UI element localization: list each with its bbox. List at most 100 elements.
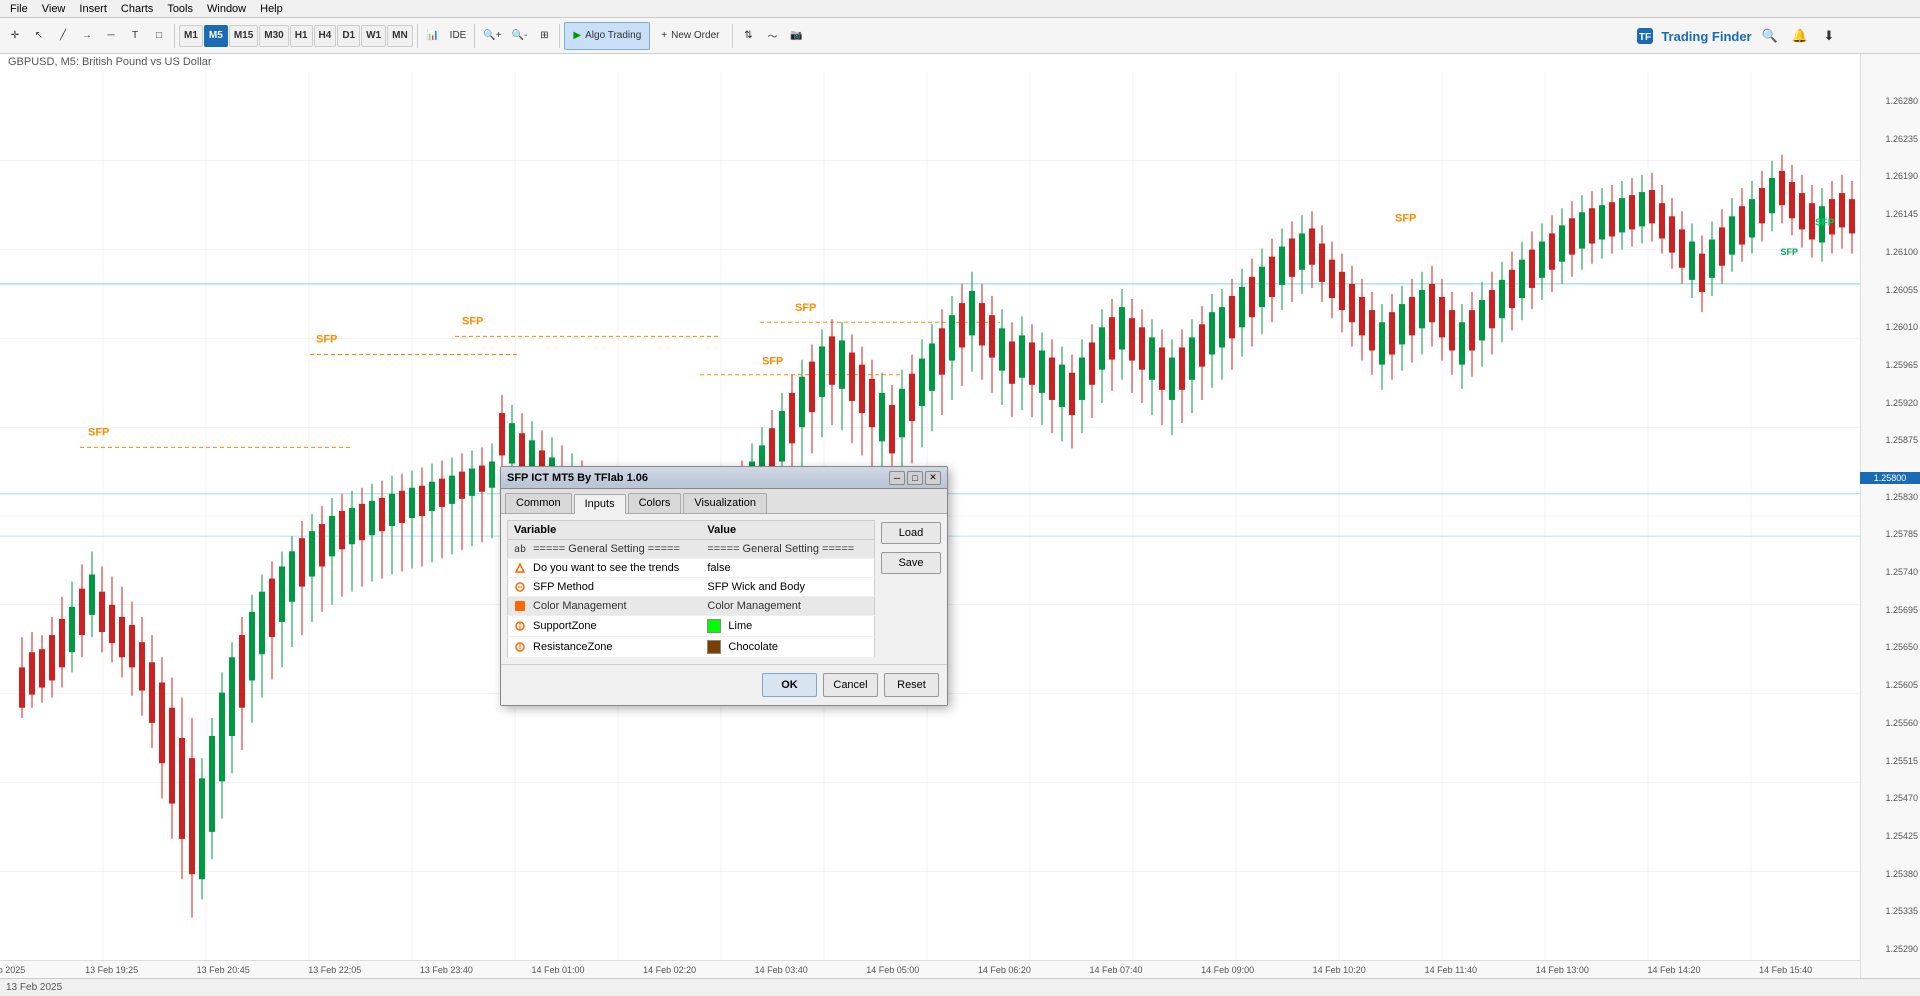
dialog-content: Variable Value ab ===== General Setting … bbox=[507, 520, 941, 658]
table-row-sfp-method[interactable]: SFP Method SFP Wick and Body bbox=[508, 578, 875, 597]
price-p11: 1.25785 bbox=[1885, 529, 1918, 539]
wave-btn[interactable]: 〜 bbox=[761, 22, 783, 50]
tf-h4[interactable]: H4 bbox=[314, 25, 337, 47]
svg-text:SFP: SFP bbox=[1815, 217, 1835, 228]
menu-insert[interactable]: Insert bbox=[73, 2, 113, 16]
tf-m1[interactable]: M1 bbox=[179, 25, 203, 47]
row1-variable: ab ===== General Setting ===== bbox=[508, 540, 702, 559]
dialog-body: Variable Value ab ===== General Setting … bbox=[501, 514, 947, 664]
cancel-button[interactable]: Cancel bbox=[823, 673, 878, 697]
row5-variable: SupportZone bbox=[508, 616, 702, 637]
price-p10: 1.25830 bbox=[1885, 492, 1918, 502]
toolbar: ✛ ↖ ╱ → ─ T □ M1 M5 M15 M30 H1 H4 D1 W1 … bbox=[0, 18, 1920, 54]
price-p20: 1.25380 bbox=[1885, 869, 1918, 879]
price-axis: 1.26280 1.26235 1.26190 1.26145 1.26100 … bbox=[1860, 54, 1920, 996]
algo-trading-btn[interactable]: ▶ Algo Trading bbox=[564, 22, 650, 50]
row4-value: Color Management bbox=[701, 597, 874, 616]
tf-d1[interactable]: D1 bbox=[337, 25, 360, 47]
col-value: Value bbox=[701, 521, 874, 540]
tf-h1[interactable]: H1 bbox=[290, 25, 313, 47]
sep4 bbox=[559, 24, 560, 48]
dialog-footer: OK Cancel Reset bbox=[501, 664, 947, 705]
screenshot-btn[interactable]: 📷 bbox=[785, 22, 807, 50]
col-variable: Variable bbox=[508, 521, 702, 540]
ok-button[interactable]: OK bbox=[762, 673, 817, 697]
zoom-in[interactable]: 🔍+ bbox=[479, 22, 505, 50]
price-p6: 1.26010 bbox=[1885, 322, 1918, 332]
row4-icon bbox=[514, 600, 526, 612]
price-p4: 1.26100 bbox=[1885, 247, 1918, 257]
zoom-out[interactable]: 🔍- bbox=[508, 22, 532, 50]
price-p2: 1.26190 bbox=[1885, 171, 1918, 181]
menu-help[interactable]: Help bbox=[254, 2, 289, 16]
dialog-minimize-btn[interactable]: ─ bbox=[889, 471, 905, 485]
tf-m15[interactable]: M15 bbox=[229, 25, 258, 47]
table-row-support[interactable]: SupportZone Lime bbox=[508, 616, 875, 637]
sep2 bbox=[417, 24, 418, 48]
download-icon[interactable]: ⬇ bbox=[1818, 22, 1840, 50]
time-axis: 13 Feb 2025 13 Feb 19:25 13 Feb 20:45 13… bbox=[0, 960, 1860, 978]
menu-charts[interactable]: Charts bbox=[115, 2, 159, 16]
symbol-text: GBPUSD, M5: British Pound vs US Dollar bbox=[8, 56, 212, 68]
save-button[interactable]: Save bbox=[881, 552, 941, 574]
row3-icon bbox=[514, 581, 526, 593]
dialog-maximize-btn[interactable]: □ bbox=[907, 471, 923, 485]
grid-btn[interactable]: ⊞ bbox=[533, 22, 555, 50]
svg-text:SFP: SFP bbox=[316, 333, 337, 345]
row5-icon bbox=[514, 620, 526, 632]
dialog-titlebar: SFP ICT MT5 By TFlab 1.06 ─ □ ✕ bbox=[501, 467, 947, 489]
dialog-close-btn[interactable]: ✕ bbox=[925, 471, 941, 485]
row3-value[interactable]: SFP Wick and Body bbox=[701, 578, 874, 597]
indicator-btn[interactable]: IDE bbox=[446, 22, 471, 50]
time-4: 13 Feb 23:40 bbox=[420, 965, 473, 975]
time-1: 13 Feb 19:25 bbox=[85, 965, 138, 975]
tf-w1[interactable]: W1 bbox=[361, 25, 386, 47]
search-icon[interactable]: 🔍 bbox=[1758, 22, 1782, 50]
time-7: 14 Feb 03:40 bbox=[755, 965, 808, 975]
tf-m30[interactable]: M30 bbox=[259, 25, 288, 47]
tab-common[interactable]: Common bbox=[505, 493, 572, 513]
chart-container: GBPUSD, M5: British Pound vs US Dollar bbox=[0, 54, 1920, 996]
crosshair-tool[interactable]: ✛ bbox=[4, 22, 26, 50]
chart-type[interactable]: 📊 bbox=[422, 22, 444, 50]
tab-colors[interactable]: Colors bbox=[628, 493, 682, 513]
svg-text:SFP: SFP bbox=[88, 426, 109, 438]
notification-icon[interactable]: 🔔 bbox=[1788, 22, 1812, 50]
order-label: New Order bbox=[671, 30, 719, 41]
menu-window[interactable]: Window bbox=[201, 2, 252, 16]
cursor-tool[interactable]: ↖ bbox=[28, 22, 50, 50]
row2-value[interactable]: false bbox=[701, 559, 874, 578]
dialog: SFP ICT MT5 By TFlab 1.06 ─ □ ✕ Common I… bbox=[500, 466, 948, 706]
load-button[interactable]: Load bbox=[881, 522, 941, 544]
menu-tools[interactable]: Tools bbox=[161, 2, 199, 16]
price-p19: 1.25425 bbox=[1885, 831, 1918, 841]
menu-view[interactable]: View bbox=[36, 2, 72, 16]
price-p7: 1.25965 bbox=[1885, 360, 1918, 370]
sep5 bbox=[732, 24, 733, 48]
dialog-title: SFP ICT MT5 By TFlab 1.06 bbox=[507, 472, 648, 484]
shape-tool[interactable]: □ bbox=[148, 22, 170, 50]
arrow-tool[interactable]: → bbox=[76, 22, 98, 50]
order-icon: + bbox=[661, 30, 667, 41]
price-p5: 1.26055 bbox=[1885, 285, 1918, 295]
text-tool[interactable]: T bbox=[124, 22, 146, 50]
support-color-box bbox=[707, 619, 721, 633]
row5-value[interactable]: Lime bbox=[701, 616, 874, 637]
time-5: 14 Feb 01:00 bbox=[531, 965, 584, 975]
time-16: 14 Feb 15:40 bbox=[1759, 965, 1812, 975]
new-order-btn[interactable]: + New Order bbox=[652, 22, 728, 50]
tf-m5[interactable]: M5 bbox=[204, 25, 228, 47]
reset-button[interactable]: Reset bbox=[884, 673, 939, 697]
row6-value[interactable]: Chocolate bbox=[701, 637, 874, 658]
line-tool[interactable]: ╱ bbox=[52, 22, 74, 50]
price-p8: 1.25920 bbox=[1885, 398, 1918, 408]
hline-tool[interactable]: ─ bbox=[100, 22, 122, 50]
row2-icon bbox=[514, 562, 526, 574]
menu-file[interactable]: File bbox=[4, 2, 34, 16]
tab-inputs[interactable]: Inputs bbox=[574, 494, 626, 514]
table-row-trends[interactable]: Do you want to see the trends false bbox=[508, 559, 875, 578]
table-row-resistance[interactable]: ResistanceZone Chocolate bbox=[508, 637, 875, 658]
history-btn[interactable]: ⇅ bbox=[737, 22, 759, 50]
tf-mn[interactable]: MN bbox=[387, 25, 413, 47]
tab-visualization[interactable]: Visualization bbox=[683, 493, 767, 513]
